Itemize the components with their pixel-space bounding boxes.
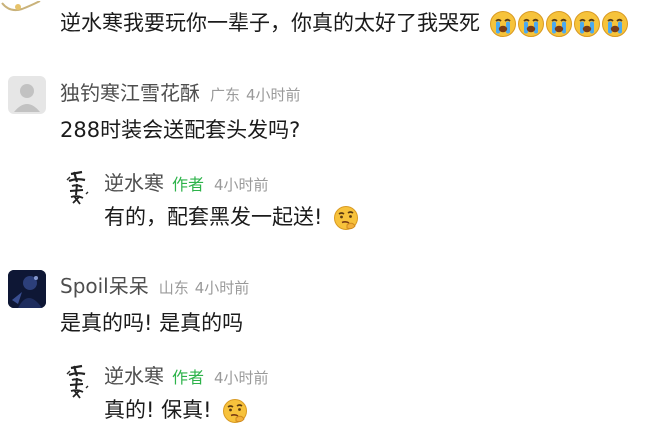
reply-avatar[interactable] (62, 168, 92, 206)
username[interactable]: 独钓寒江雪花酥 (60, 80, 200, 106)
loudly-crying-face-icon (601, 11, 628, 37)
location: 山东 (158, 279, 189, 297)
avatar[interactable] (8, 270, 46, 308)
comment-text[interactable]: 是真的吗! 是真的吗 (60, 309, 243, 337)
calligraphy-logo-avatar (66, 170, 89, 205)
reply-avatar[interactable] (62, 362, 92, 400)
username[interactable]: Spoil呆呆 (60, 273, 149, 299)
username[interactable]: 逆水寒 (104, 363, 164, 389)
location: 广东 (210, 86, 241, 104)
timestamp: 4小时前 (214, 176, 269, 194)
reply-header: 逆水寒 作者 4小时前 (104, 170, 269, 198)
timestamp: 4小时前 (246, 86, 301, 104)
loudly-crying-face-icon (545, 11, 572, 37)
timestamp: 4小时前 (214, 369, 269, 387)
avatar[interactable] (8, 76, 46, 114)
photo-avatar (8, 270, 46, 308)
loudly-crying-face-icon (489, 11, 516, 37)
avatar-partial[interactable] (0, 0, 44, 14)
comment-header: Spoil呆呆 山东 4小时前 (60, 273, 249, 301)
thinking-face-icon (334, 206, 359, 230)
comment-header: 独钓寒江雪花酥 广东 4小时前 (60, 80, 301, 108)
reply-header: 逆水寒 作者 4小时前 (104, 363, 269, 391)
author-badge: 作者 (172, 368, 205, 387)
top-comment-text: 逆水寒我要玩你一辈子，你真的太好了我哭死 (60, 11, 480, 35)
crying-emoji-group (482, 11, 629, 37)
top-comment-text-row: 逆水寒我要玩你一辈子，你真的太好了我哭死 (60, 9, 629, 38)
username[interactable]: 逆水寒 (104, 170, 164, 196)
avatar-partial-art (1, 0, 41, 12)
reply-text-row[interactable]: 真的! 保真! (104, 396, 248, 424)
calligraphy-logo-avatar (66, 364, 89, 399)
loudly-crying-face-icon (573, 11, 600, 37)
comment-text[interactable]: 288时装会送配套头发吗? (60, 116, 300, 144)
reply-text-row[interactable]: 有的，配套黑发一起送! (104, 203, 359, 231)
timestamp: 4小时前 (194, 279, 250, 297)
reply-text: 有的，配套黑发一起送! (104, 205, 323, 229)
loudly-crying-face-icon (517, 11, 544, 37)
author-badge: 作者 (172, 175, 205, 194)
default-avatar-icon (14, 84, 40, 112)
reply-text: 真的! 保真! (104, 398, 212, 422)
thinking-face-icon (223, 399, 248, 423)
